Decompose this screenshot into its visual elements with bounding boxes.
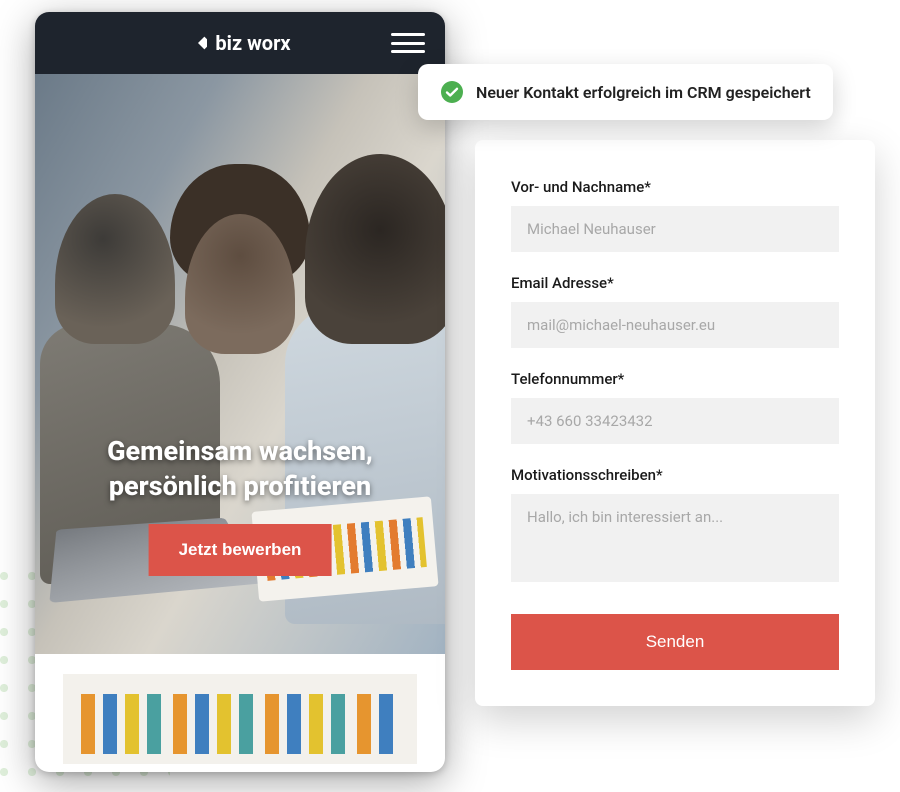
- name-input[interactable]: [511, 206, 839, 252]
- toast-message: Neuer Kontakt erfolgreich im CRM gespeic…: [476, 83, 811, 102]
- phone-label: Telefonnummer*: [511, 370, 839, 388]
- email-input[interactable]: [511, 302, 839, 348]
- check-circle-icon: [440, 80, 464, 104]
- brand-name: biz worx: [215, 31, 290, 55]
- phone-input[interactable]: [511, 398, 839, 444]
- contact-form-card: Vor- und Nachname* Email Adresse* Telefo…: [475, 140, 875, 706]
- hamburger-menu-icon[interactable]: [391, 33, 425, 53]
- email-label: Email Adresse*: [511, 274, 839, 292]
- content-thumbnail: [63, 674, 417, 764]
- email-field: Email Adresse*: [511, 274, 839, 348]
- phone-field: Telefonnummer*: [511, 370, 839, 444]
- brand-logo: biz worx: [189, 31, 290, 55]
- brand-mark-icon: [189, 34, 207, 52]
- success-toast: Neuer Kontakt erfolgreich im CRM gespeic…: [418, 64, 833, 120]
- message-textarea[interactable]: [511, 494, 839, 582]
- hero-headline: Gemeinsam wachsen, persönlich profitiere…: [35, 434, 445, 504]
- apply-button[interactable]: Jetzt bewerben: [149, 524, 332, 576]
- below-fold: [35, 654, 445, 764]
- hero-section: Gemeinsam wachsen, persönlich profitiere…: [35, 74, 445, 654]
- name-label: Vor- und Nachname*: [511, 178, 839, 196]
- message-field: Motivationsschreiben*: [511, 466, 839, 586]
- mobile-header: biz worx: [35, 12, 445, 74]
- mobile-preview-frame: biz worx Gemeinsam wachsen, persönlich p…: [35, 12, 445, 772]
- name-field: Vor- und Nachname*: [511, 178, 839, 252]
- submit-button[interactable]: Senden: [511, 614, 839, 670]
- message-label: Motivationsschreiben*: [511, 466, 839, 484]
